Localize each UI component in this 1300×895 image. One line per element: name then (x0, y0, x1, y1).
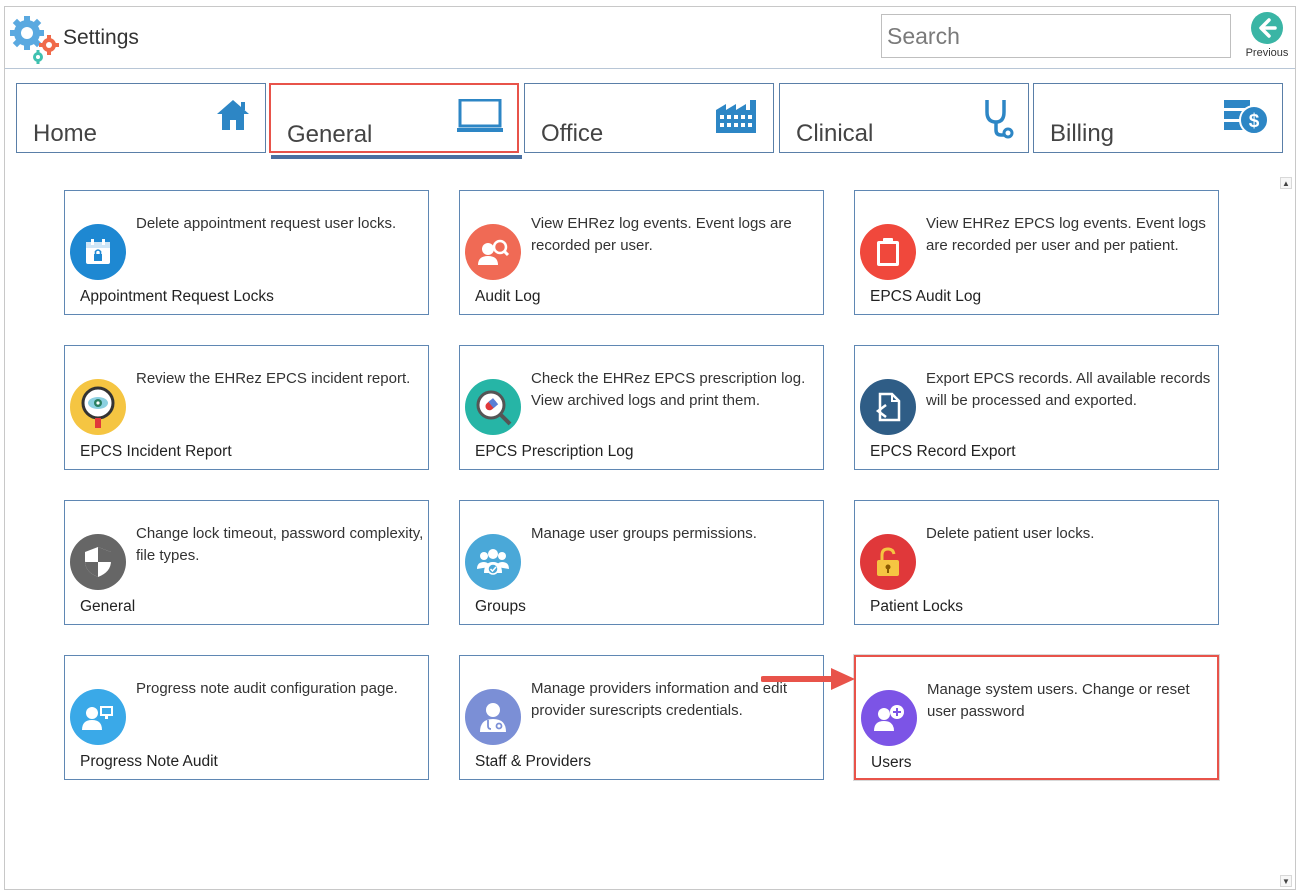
card-epcs-incident-report[interactable]: Review the EHRez EPCS incident report. E… (64, 345, 429, 470)
card-description: Review the EHRez EPCS incident report. (136, 370, 411, 387)
calendar-lock-icon (70, 224, 126, 280)
card-description: Progress note audit configuration page. (136, 680, 398, 697)
card-title: Groups (475, 598, 526, 615)
card-patient-locks[interactable]: Delete patient user locks. Patient Locks (854, 500, 1219, 625)
scroll-down-icon[interactable]: ▼ (1280, 875, 1292, 887)
factory-icon (715, 98, 759, 139)
tab-home[interactable]: Home (16, 83, 266, 153)
document-export-icon (860, 379, 916, 435)
shield-icon (70, 534, 126, 590)
card-description: View EHRez log events. Event logs are re… (531, 215, 792, 254)
card-title: EPCS Incident Report (80, 443, 232, 460)
settings-window: Settings Previous Home General Office (4, 6, 1296, 890)
back-arrow-icon (1251, 12, 1283, 44)
card-description: Change lock timeout, password complexity… (136, 525, 424, 564)
tab-label: Billing (1050, 120, 1115, 147)
card-description: Delete patient user locks. (926, 525, 1095, 542)
card-title: Appointment Request Locks (80, 288, 274, 305)
card-audit-log[interactable]: View EHRez log events. Event logs are re… (459, 190, 824, 315)
card-title: Patient Locks (870, 598, 964, 615)
tab-office[interactable]: Office (524, 83, 774, 153)
monitor-icon (457, 98, 503, 138)
search-input[interactable] (881, 14, 1231, 58)
clipboard-icon (860, 224, 916, 280)
card-title: General (80, 598, 136, 615)
title-bar: Settings Previous (5, 7, 1295, 69)
stethoscope-icon (982, 98, 1014, 145)
previous-label: Previous (1245, 47, 1289, 59)
app-title: Settings (63, 26, 139, 49)
home-icon (215, 98, 251, 137)
user-group-icon (465, 534, 521, 590)
card-description: Delete appointment request user locks. (136, 215, 397, 232)
card-title: EPCS Audit Log (870, 288, 982, 305)
tab-label: General (287, 121, 373, 148)
tab-billing[interactable]: Billing $ (1033, 83, 1283, 153)
card-appointment-request-locks[interactable]: Delete appointment request user locks. A… (64, 190, 429, 315)
tab-general[interactable]: General (269, 83, 519, 153)
pill-search-icon (465, 379, 521, 435)
card-users[interactable]: Manage system users. Change or reset use… (854, 655, 1219, 780)
tab-label: Home (33, 120, 98, 147)
card-title: Staff & Providers (475, 753, 592, 770)
card-description: View EHRez EPCS log events. Event logs a… (926, 215, 1206, 254)
doctor-icon (465, 689, 521, 745)
tab-label: Office (541, 120, 604, 147)
card-description: Export EPCS records. All available recor… (926, 370, 1211, 409)
user-add-icon (861, 690, 917, 746)
scroll-up-icon[interactable]: ▲ (1280, 177, 1292, 189)
user-monitor-icon (70, 689, 126, 745)
card-epcs-prescription-log[interactable]: Check the EHRez EPCS prescription log. V… (459, 345, 824, 470)
card-title: EPCS Record Export (870, 443, 1016, 460)
card-title: Progress Note Audit (80, 753, 218, 770)
card-groups[interactable]: Manage user groups permissions. Groups (459, 500, 824, 625)
unlocked-padlock-icon (860, 534, 916, 590)
tab-label: Clinical (796, 120, 874, 147)
card-epcs-audit-log[interactable]: View EHRez EPCS log events. Event logs a… (854, 190, 1219, 315)
card-progress-note-audit[interactable]: Progress note audit configuration page. … (64, 655, 429, 780)
previous-button[interactable]: Previous (1239, 10, 1295, 66)
billing-dollar-icon: $ (1224, 98, 1269, 141)
card-general[interactable]: Change lock timeout, password complexity… (64, 500, 429, 625)
card-title: Audit Log (475, 288, 541, 305)
card-description: Check the EHRez EPCS prescription log. V… (531, 370, 806, 409)
magnifier-eye-icon (70, 379, 126, 435)
vertical-scrollbar[interactable]: ▲ ▼ (1280, 177, 1292, 887)
annotation-arrow-icon (761, 668, 855, 690)
tab-clinical[interactable]: Clinical (779, 83, 1029, 153)
card-title: EPCS Prescription Log (475, 443, 634, 460)
user-search-icon (465, 224, 521, 280)
card-description: Manage system users. Change or reset use… (927, 681, 1190, 720)
card-description: Manage user groups permissions. (531, 525, 757, 542)
active-tab-indicator (271, 155, 522, 159)
card-title: Users (871, 754, 912, 771)
svg-text:$: $ (1249, 111, 1260, 132)
card-epcs-record-export[interactable]: Export EPCS records. All available recor… (854, 345, 1219, 470)
gears-icon (9, 13, 65, 65)
